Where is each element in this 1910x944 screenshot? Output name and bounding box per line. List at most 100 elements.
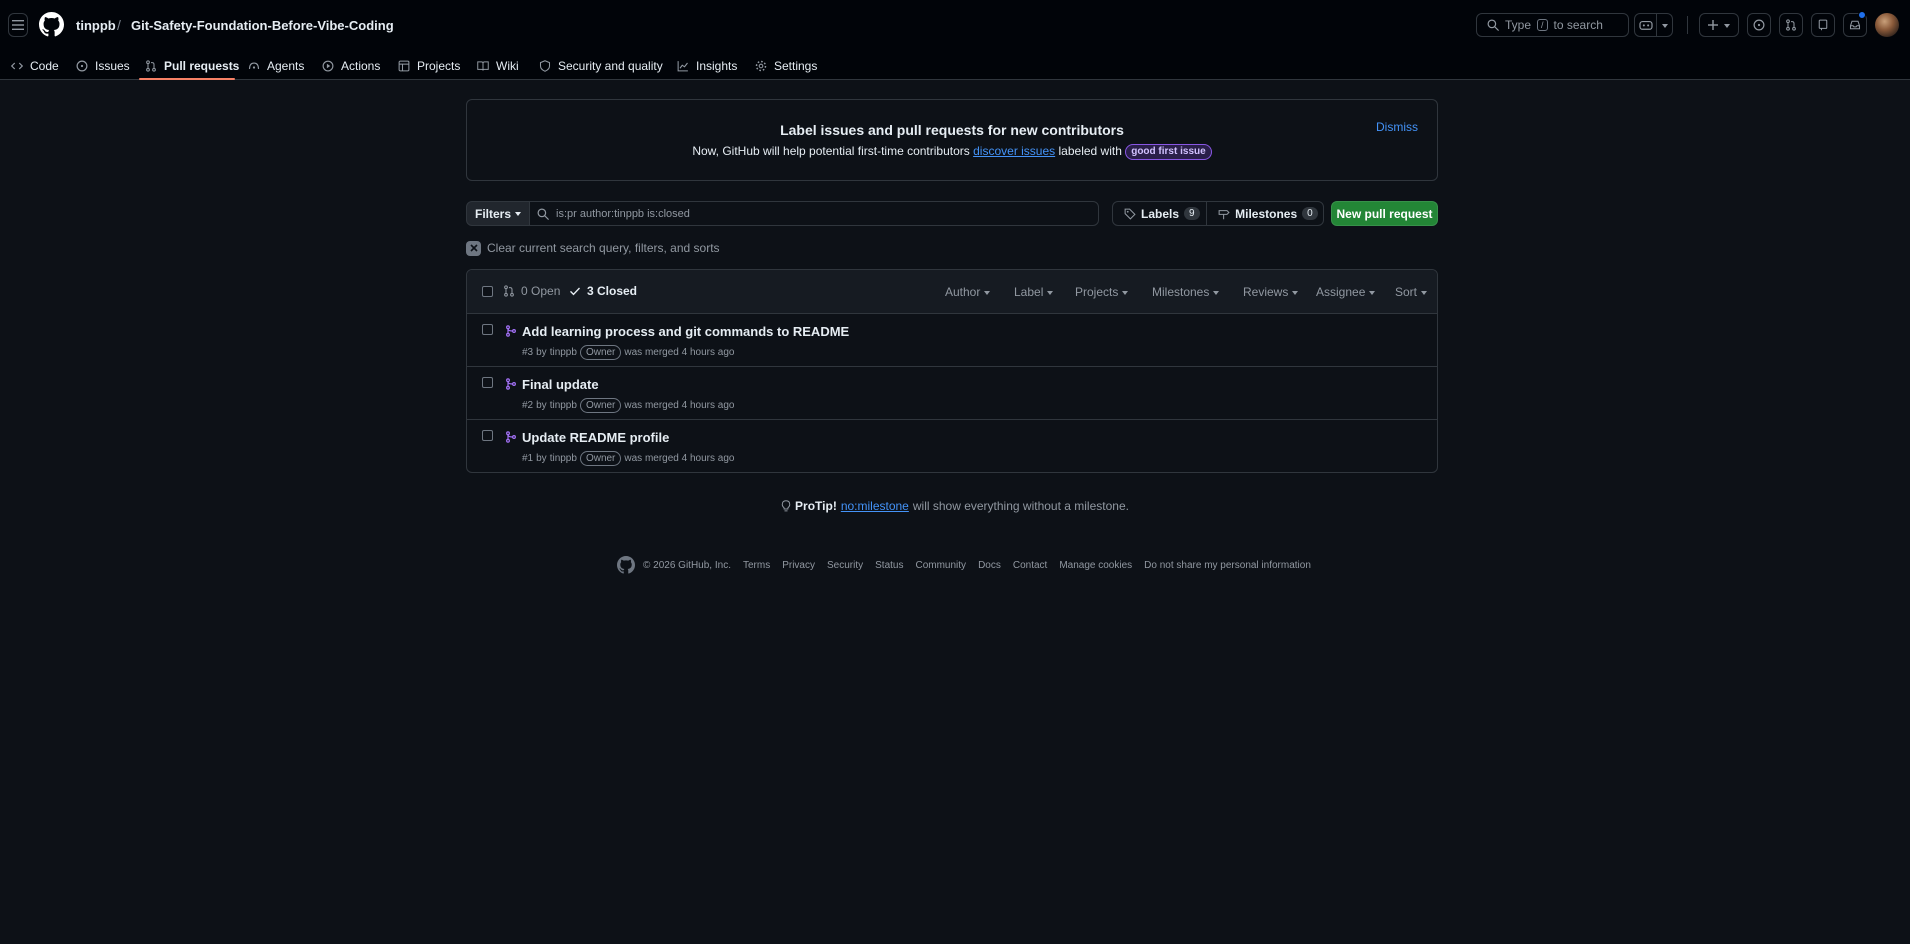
pr-status: was merged 4 hours ago bbox=[624, 347, 735, 358]
dismiss-button[interactable]: Dismiss bbox=[1376, 120, 1418, 134]
page-footer: © 2026 GitHub, Inc. Terms Privacy Securi… bbox=[617, 556, 1323, 574]
copilot-menu-button[interactable] bbox=[1657, 13, 1673, 37]
milestones-filter[interactable]: Milestones bbox=[1152, 285, 1220, 299]
pr-author-link[interactable]: tinppb bbox=[550, 347, 577, 358]
issue-opened-icon bbox=[1753, 19, 1765, 31]
active-tab-indicator bbox=[139, 78, 235, 80]
pr-title-link[interactable]: Update README profile bbox=[522, 430, 669, 445]
chevron-down-icon bbox=[515, 212, 521, 216]
closed-filter-tab[interactable]: 3 Closed bbox=[569, 284, 637, 298]
tab-security[interactable]: Security and quality bbox=[539, 52, 663, 80]
pr-number: #2 bbox=[522, 400, 534, 411]
assignee-filter[interactable]: Assignee bbox=[1316, 285, 1376, 299]
table-row[interactable]: Update README profile #1 by tinppb Owner… bbox=[467, 420, 1437, 472]
footer-link-label: Privacy bbox=[782, 559, 815, 571]
author-filter[interactable]: Author bbox=[945, 285, 991, 299]
search-query-field[interactable] bbox=[529, 201, 1099, 226]
github-logo-icon[interactable] bbox=[617, 556, 635, 574]
filter-label: Sort bbox=[1395, 285, 1418, 299]
tab-label: Actions bbox=[341, 59, 381, 73]
github-logo-icon[interactable] bbox=[39, 12, 64, 37]
pr-title-link[interactable]: Final update bbox=[522, 377, 599, 392]
tab-label: Security and quality bbox=[558, 59, 663, 73]
new-pull-request-button[interactable]: New pull request bbox=[1331, 201, 1438, 226]
projects-filter[interactable]: Projects bbox=[1075, 285, 1129, 299]
pr-meta: #3 by tinppb Owner was merged 4 hours ag… bbox=[522, 345, 734, 360]
footer-link-privacy[interactable]: Privacy bbox=[782, 560, 827, 571]
pr-author-link[interactable]: tinppb bbox=[550, 400, 577, 411]
check-icon bbox=[570, 287, 580, 296]
footer-link-security[interactable]: Security bbox=[827, 560, 875, 571]
search-query-input[interactable] bbox=[556, 207, 1056, 220]
footer-link-manage-cookies[interactable]: Manage cookies bbox=[1059, 560, 1144, 571]
agent-icon bbox=[248, 62, 260, 70]
protip-text: will show everything without a milestone… bbox=[912, 499, 1129, 513]
play-icon bbox=[322, 60, 334, 72]
table-row[interactable]: Add learning process and git commands to… bbox=[467, 314, 1437, 367]
repo-icon bbox=[1818, 19, 1828, 31]
row-checkbox[interactable] bbox=[482, 377, 493, 388]
footer-copyright: © 2026 GitHub, Inc. bbox=[643, 559, 731, 571]
tab-wiki[interactable]: Wiki bbox=[477, 52, 519, 80]
closed-count: 3 Closed bbox=[587, 284, 638, 298]
issue-opened-icon bbox=[76, 60, 88, 72]
footer-link-status[interactable]: Status bbox=[875, 560, 915, 571]
filter-label: Author bbox=[945, 285, 981, 299]
discover-issues-link[interactable]: discover issues bbox=[973, 144, 1055, 158]
owner-badge: Owner bbox=[579, 345, 622, 360]
row-checkbox[interactable] bbox=[482, 324, 493, 335]
select-all-checkbox[interactable] bbox=[482, 286, 493, 297]
pr-number: #1 bbox=[522, 453, 534, 464]
footer-link-community[interactable]: Community bbox=[915, 560, 978, 571]
tab-projects[interactable]: Projects bbox=[398, 52, 460, 80]
search-icon bbox=[1487, 19, 1499, 31]
milestones-button[interactable]: Milestones 0 bbox=[1206, 202, 1323, 225]
repositories-button[interactable] bbox=[1811, 13, 1835, 37]
light-bulb-icon bbox=[781, 500, 791, 512]
hamburger-icon bbox=[12, 20, 24, 30]
pull-requests-button[interactable] bbox=[1779, 13, 1803, 37]
menu-button[interactable] bbox=[8, 13, 28, 37]
sort-dropdown[interactable]: Sort bbox=[1395, 285, 1428, 299]
good-first-issue-label[interactable]: good first issue bbox=[1125, 144, 1212, 160]
footer-link-docs[interactable]: Docs bbox=[978, 560, 1013, 571]
search-icon bbox=[537, 208, 549, 220]
footer-link-label: Docs bbox=[978, 559, 1001, 571]
table-row[interactable]: Final update #2 by tinppb Owner was merg… bbox=[467, 367, 1437, 420]
filters-button[interactable]: Filters bbox=[466, 201, 530, 226]
tab-insights[interactable]: Insights bbox=[677, 52, 737, 80]
breadcrumb-owner[interactable]: tinppb bbox=[76, 18, 116, 33]
open-filter-tab[interactable]: 0 Open bbox=[503, 284, 560, 298]
tab-label: Insights bbox=[696, 59, 738, 73]
footer-link-contact[interactable]: Contact bbox=[1013, 560, 1059, 571]
pr-author-link[interactable]: tinppb bbox=[550, 453, 577, 464]
tab-issues[interactable]: Issues bbox=[76, 52, 130, 80]
reviews-filter[interactable]: Reviews bbox=[1243, 285, 1299, 299]
tab-actions[interactable]: Actions bbox=[322, 52, 380, 80]
copilot-button[interactable] bbox=[1634, 13, 1657, 37]
tab-settings[interactable]: Settings bbox=[755, 52, 817, 80]
clear-filters-link[interactable]: Clear current search query, filters, and… bbox=[466, 240, 720, 256]
user-avatar[interactable] bbox=[1875, 13, 1899, 37]
row-checkbox[interactable] bbox=[482, 430, 493, 441]
banner-title: Label issues and pull requests for new c… bbox=[780, 122, 1124, 138]
tab-agents[interactable]: Agents bbox=[248, 52, 304, 80]
labels-button[interactable]: Labels 9 bbox=[1113, 202, 1206, 225]
no-milestone-link[interactable]: no:milestone bbox=[841, 499, 909, 513]
label-filter[interactable]: Label bbox=[1014, 285, 1054, 299]
global-search[interactable]: Type / to search bbox=[1476, 13, 1629, 37]
create-new-button[interactable] bbox=[1699, 13, 1739, 37]
pr-title-link[interactable]: Add learning process and git commands to… bbox=[522, 324, 849, 339]
close-icon bbox=[466, 240, 481, 256]
labels-button-label: Labels bbox=[1141, 206, 1180, 221]
footer-link-label: Terms bbox=[742, 559, 771, 571]
plus-icon bbox=[1708, 20, 1718, 30]
footer-link-do-not-share[interactable]: Do not share my personal information bbox=[1144, 560, 1323, 571]
filter-label: Projects bbox=[1075, 285, 1119, 299]
issues-button[interactable] bbox=[1747, 13, 1771, 37]
labels-milestones-group: Labels 9 Milestones 0 bbox=[1112, 201, 1324, 226]
footer-link-terms[interactable]: Terms bbox=[743, 560, 782, 571]
tab-pull-requests[interactable]: Pull requests bbox=[145, 52, 239, 80]
breadcrumb-repo[interactable]: Git-Safety-Foundation-Before-Vibe-Coding bbox=[131, 18, 394, 33]
tab-code[interactable]: Code bbox=[11, 52, 59, 80]
